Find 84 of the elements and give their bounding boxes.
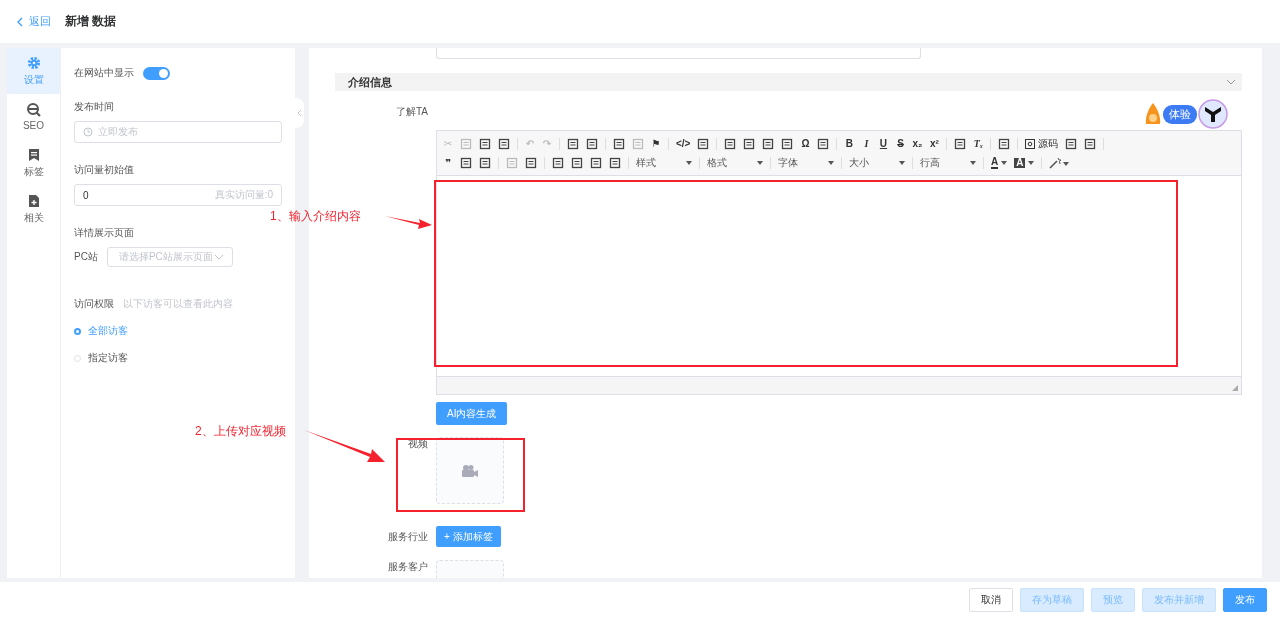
annotation-text: 2、上传对应视频	[195, 423, 286, 440]
caret-icon	[1028, 160, 1035, 165]
resize-grip-icon[interactable]	[1232, 385, 1238, 391]
footer-button[interactable]: 取消	[969, 588, 1013, 612]
radio-option[interactable]: 指定访客	[74, 351, 282, 365]
toolbar-button[interactable]: I	[861, 138, 872, 149]
toolbar-icon[interactable]	[590, 156, 602, 169]
toolbar-icon[interactable]	[724, 137, 737, 150]
toolbar-dropdown[interactable]: 格式	[707, 155, 763, 170]
caret-icon	[970, 160, 976, 165]
annotation-text: 1、输入介绍内容	[270, 208, 361, 225]
eye-icon	[1025, 138, 1036, 149]
field-label: 服务行业	[388, 530, 428, 542]
chevron-down-icon	[1226, 79, 1236, 85]
toolbar-dropdown[interactable]: 大小	[849, 155, 905, 170]
toolbar-icon[interactable]	[998, 137, 1011, 150]
field-label: 发布时间	[74, 100, 115, 114]
toolbar-icon[interactable]	[817, 137, 830, 150]
toolbar-icon[interactable]	[954, 137, 967, 150]
collapse-handle[interactable]	[295, 98, 304, 128]
bookmark-icon	[27, 147, 40, 162]
toolbar-icon[interactable]	[613, 137, 625, 150]
logo-icon[interactable]	[1198, 99, 1228, 129]
clock-icon	[83, 127, 93, 137]
toolbar-icon[interactable]	[1084, 137, 1097, 150]
field-label: 服务客户	[388, 561, 428, 572]
document-add-icon	[27, 193, 40, 208]
toolbar-icon[interactable]	[743, 137, 756, 150]
toolbar-icon[interactable]	[479, 156, 491, 169]
caret-icon	[899, 160, 905, 165]
toolbar-icon[interactable]	[609, 156, 621, 169]
chevron-left-icon	[16, 16, 24, 27]
toolbar-button[interactable]: B	[844, 138, 855, 149]
caret-icon	[828, 160, 834, 165]
side-nav-tab[interactable]: 标签	[7, 140, 60, 186]
magic-wand-icon[interactable]	[1049, 156, 1070, 169]
toolbar-icon[interactable]	[460, 156, 472, 169]
toolbar-button[interactable]: x²	[929, 138, 940, 149]
toolbar-dropdown[interactable]: 字体	[778, 155, 834, 170]
toolbar-button[interactable]: Tₓ	[973, 138, 984, 149]
toolbar-button[interactable]: U	[878, 138, 889, 149]
toolbar-icon[interactable]	[1065, 137, 1078, 150]
toolbar-icon[interactable]	[762, 137, 775, 150]
toolbar-icon[interactable]	[586, 137, 598, 150]
field-label: 访问量初始值	[74, 163, 135, 177]
toolbar-icon[interactable]	[479, 137, 491, 150]
text-field[interactable]	[436, 48, 921, 59]
caret-icon	[1001, 160, 1008, 165]
field-label: 在网站中显示	[74, 66, 134, 80]
toolbar-button[interactable]: </>	[676, 138, 691, 149]
chevron-down-icon	[213, 254, 224, 260]
toolbar-dropdown[interactable]: 行高	[920, 155, 976, 170]
color-picker-button[interactable]: A	[991, 156, 1008, 169]
video-upload[interactable]	[436, 437, 504, 504]
experience-badge[interactable]: 体验	[1163, 104, 1197, 124]
toolbar-dropdown[interactable]: 样式	[636, 155, 692, 170]
toggle-switch[interactable]	[143, 66, 170, 80]
toolbar-icon[interactable]	[571, 156, 583, 169]
toolbar-icon[interactable]	[697, 137, 710, 150]
magnifier-icon	[25, 103, 42, 117]
toolbar-button[interactable]: x₂	[912, 138, 923, 149]
toolbar-button[interactable]: ❞	[443, 157, 453, 168]
side-nav-tab[interactable]: SEO	[7, 94, 60, 140]
mascot-icon	[1144, 102, 1162, 126]
toolbar-icon[interactable]	[525, 156, 537, 169]
side-nav-tab[interactable]: 相关	[7, 186, 60, 232]
video-camera-icon	[461, 463, 479, 478]
caret-icon	[757, 160, 763, 165]
toolbar-button[interactable]: Ω	[800, 138, 811, 149]
field-label: 详情展示页面	[74, 226, 135, 240]
field-label: 了解TA	[395, 106, 428, 117]
toolbar-icon[interactable]	[498, 137, 510, 150]
chevron-left-icon	[297, 109, 302, 117]
section-header[interactable]: 介绍信息	[335, 73, 1242, 91]
toolbar-icon[interactable]	[781, 137, 794, 150]
page-title: 新增 数据	[65, 13, 117, 30]
toolbar-icon[interactable]	[567, 137, 579, 150]
field-label: PC站	[74, 250, 98, 264]
toolbar-button[interactable]: ⚑	[651, 138, 661, 149]
toolbar-icon[interactable]	[552, 156, 564, 169]
caret-icon	[686, 160, 692, 165]
field-label: 访问权限	[74, 297, 114, 311]
toolbar-button[interactable]: S	[895, 138, 906, 149]
source-code-button[interactable]: 源码	[1025, 136, 1059, 151]
